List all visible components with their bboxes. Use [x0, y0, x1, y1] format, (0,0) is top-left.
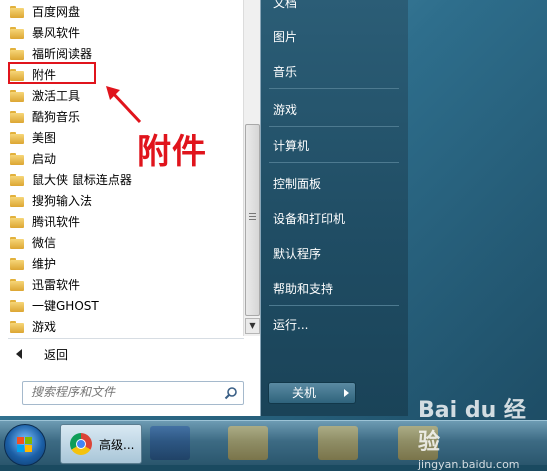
divider [269, 126, 399, 127]
folder-icon [10, 173, 24, 186]
search-icon[interactable] [224, 386, 238, 400]
program-folder[interactable]: 迅雷软件 [6, 274, 238, 295]
program-folder[interactable]: 微信 [6, 232, 238, 253]
menu-pictures[interactable]: 图片 [273, 28, 297, 45]
program-label: 一键GHOST [32, 299, 99, 313]
program-label: 美图 [32, 131, 57, 145]
search-box[interactable] [22, 381, 244, 405]
folder-icon [10, 5, 24, 18]
program-folder[interactable]: 维护 [6, 253, 238, 274]
folder-icon [10, 47, 24, 60]
program-label: 酷狗音乐 [32, 110, 81, 124]
program-label: 百度网盘 [32, 5, 81, 19]
taskbar-chrome-button[interactable]: 高级... [60, 424, 142, 464]
program-label: 启动 [32, 152, 57, 166]
program-label: 迅雷软件 [32, 278, 81, 292]
program-label: 腾讯软件 [32, 215, 81, 229]
annotation-label: 附件 [137, 132, 207, 172]
annotation-highlight-box [8, 62, 96, 84]
program-label: 维护 [32, 257, 57, 271]
search-input[interactable] [23, 382, 219, 402]
baidu-watermark: Bai du 经验 jingyan.baidu.com [418, 392, 547, 471]
program-folder[interactable]: 福昕阅读器 [6, 43, 238, 64]
grip-line [249, 219, 256, 220]
menu-documents[interactable]: 文档 [273, 0, 297, 11]
program-folder[interactable]: 腾讯软件 [6, 211, 238, 232]
menu-run[interactable]: 运行... [273, 316, 308, 333]
program-label: 福昕阅读器 [32, 47, 93, 61]
menu-music[interactable]: 音乐 [273, 63, 297, 80]
scroll-down-button[interactable]: ▼ [245, 318, 260, 334]
program-folder[interactable]: 百度网盘 [6, 1, 238, 22]
taskbar-app-folder[interactable] [228, 426, 268, 460]
divider [269, 88, 399, 89]
back-button[interactable]: 返回 [10, 344, 230, 364]
watermark-url: jingyan.baidu.com [418, 458, 520, 471]
folder-icon [10, 299, 24, 312]
folder-icon [10, 194, 24, 207]
menu-games[interactable]: 游戏 [273, 101, 297, 118]
scrollbar-thumb[interactable] [245, 124, 260, 316]
program-folder[interactable]: 暴风软件 [6, 22, 238, 43]
program-label: 激活工具 [32, 89, 81, 103]
folder-icon [10, 152, 24, 165]
program-folder[interactable]: 搜狗输入法 [6, 190, 238, 211]
folder-icon [10, 215, 24, 228]
chrome-icon [70, 433, 92, 455]
folder-icon [10, 320, 24, 333]
annotation-arrow-icon [106, 86, 142, 124]
program-folder[interactable]: 一键GHOST [6, 295, 238, 316]
divider [269, 162, 399, 163]
grip-line [249, 216, 256, 217]
menu-default-programs[interactable]: 默认程序 [273, 245, 321, 262]
folder-icon [10, 278, 24, 291]
taskbar-app-photoshop[interactable] [150, 426, 190, 460]
shutdown-button[interactable]: 关机 [268, 382, 340, 404]
watermark-logo: Bai du 经验 [418, 398, 526, 455]
windows-logo-icon [17, 437, 32, 452]
menu-control-panel[interactable]: 控制面板 [273, 175, 321, 192]
start-menu-right-panel: 文档 图片 音乐 游戏 计算机 控制面板 设备和打印机 默认程序 帮助和支持 运… [261, 0, 408, 416]
folder-icon [10, 257, 24, 270]
taskbar-item-label: 高级... [99, 438, 135, 452]
menu-help-support[interactable]: 帮助和支持 [273, 280, 333, 297]
program-label: 搜狗输入法 [32, 194, 93, 208]
divider [269, 305, 399, 306]
back-label: 返回 [44, 347, 69, 362]
folder-icon [10, 110, 24, 123]
menu-computer[interactable]: 计算机 [273, 137, 309, 154]
back-arrow-icon [16, 349, 22, 359]
folder-icon [10, 131, 24, 144]
program-label: 鼠大侠 鼠标连点器 [32, 173, 132, 187]
program-label: 微信 [32, 236, 57, 250]
menu-devices-printers[interactable]: 设备和打印机 [273, 210, 345, 227]
program-label: 暴风软件 [32, 26, 81, 40]
program-label: 游戏 [32, 320, 57, 334]
divider [8, 338, 244, 339]
folder-icon [10, 236, 24, 249]
programs-scrollbar[interactable]: ▼ [243, 0, 260, 336]
grip-line [249, 213, 256, 214]
taskbar-app-folder[interactable] [318, 426, 358, 460]
program-folder[interactable]: 游戏 [6, 316, 238, 337]
start-button[interactable] [4, 424, 46, 466]
folder-icon [10, 89, 24, 102]
shutdown-options-arrow-icon[interactable] [339, 382, 356, 404]
folder-icon [10, 26, 24, 39]
